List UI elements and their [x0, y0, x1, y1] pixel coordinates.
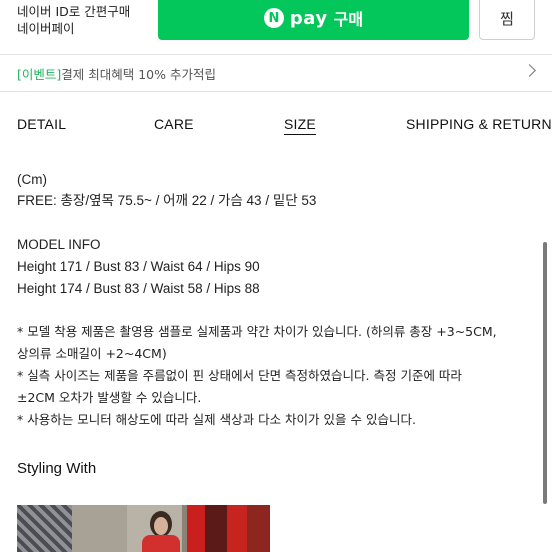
styling-with-heading: Styling With: [17, 460, 97, 477]
event-tag: [이벤트]: [17, 67, 62, 82]
tab-shipping-return[interactable]: SHIPPING & RETURN: [406, 116, 552, 132]
npay-info: 네이버 ID로 간편구매 네이버페이: [17, 3, 130, 37]
npay-button-suffix: 구매: [333, 10, 364, 29]
note-line: * 실측 사이즈는 제품을 주름없이 핀 상태에서 단면 측정하였습니다. 측정…: [17, 368, 462, 383]
note-line: * 모델 착용 제품은 촬영용 샘플로 실제품과 약간 차이가 있습니다. (하…: [17, 324, 497, 339]
note-line: ±2CM 오차가 발생할 수 있습니다.: [17, 390, 202, 405]
npay-bar: 네이버 ID로 간편구매 네이버페이 N pay 구매 찜: [0, 0, 552, 44]
chevron-right-icon: [523, 64, 536, 77]
npay-info-line2: 네이버페이: [17, 21, 75, 36]
npay-purchase-button[interactable]: N pay 구매: [158, 0, 469, 40]
model-info-line: Height 171 / Bust 83 / Waist 64 / Hips 9…: [17, 259, 260, 274]
photo-red-door: [187, 505, 205, 552]
npay-info-line1: 네이버 ID로 간편구매: [17, 4, 131, 19]
photo-red-door: [247, 505, 270, 552]
detail-tabs: DETAIL CARE SIZE SHIPPING & RETURN: [0, 116, 552, 140]
model-info-line: Height 174 / Bust 83 / Waist 58 / Hips 8…: [17, 281, 260, 296]
size-free-line: FREE: 총장/옆목 75.5~ / 어깨 22 / 가슴 43 / 밑단 5…: [17, 193, 317, 208]
note-line: 상의류 소매길이 +2~4CM): [17, 346, 167, 361]
tab-size[interactable]: SIZE: [284, 116, 316, 135]
scrollbar[interactable]: [543, 242, 547, 504]
event-description: 결제 최대혜택 10% 추가적립: [61, 67, 216, 82]
photo-red-door: [227, 505, 247, 552]
photo-model-top: [142, 535, 180, 552]
note-line: * 사용하는 모니터 해상도에 따라 실제 색상과 다소 차이가 있을 수 있습…: [17, 412, 416, 427]
tab-care[interactable]: CARE: [154, 116, 194, 132]
model-info-heading: MODEL INFO: [17, 237, 101, 252]
photo-model-face: [154, 517, 168, 535]
wishlist-button[interactable]: 찜: [479, 0, 535, 40]
event-banner[interactable]: [이벤트]결제 최대혜택 10% 추가적립: [0, 54, 552, 92]
photo-patterned-wall: [17, 505, 72, 552]
photo-red-door: [205, 505, 227, 552]
photo-wall: [72, 505, 127, 552]
event-banner-text: [이벤트]결제 최대혜택 10% 추가적립: [17, 64, 216, 83]
naver-n-icon: N: [263, 8, 284, 28]
size-unit: (Cm): [17, 172, 47, 187]
npay-button-label: pay: [289, 7, 328, 29]
tab-detail[interactable]: DETAIL: [17, 116, 66, 132]
styling-photo[interactable]: [17, 505, 270, 552]
